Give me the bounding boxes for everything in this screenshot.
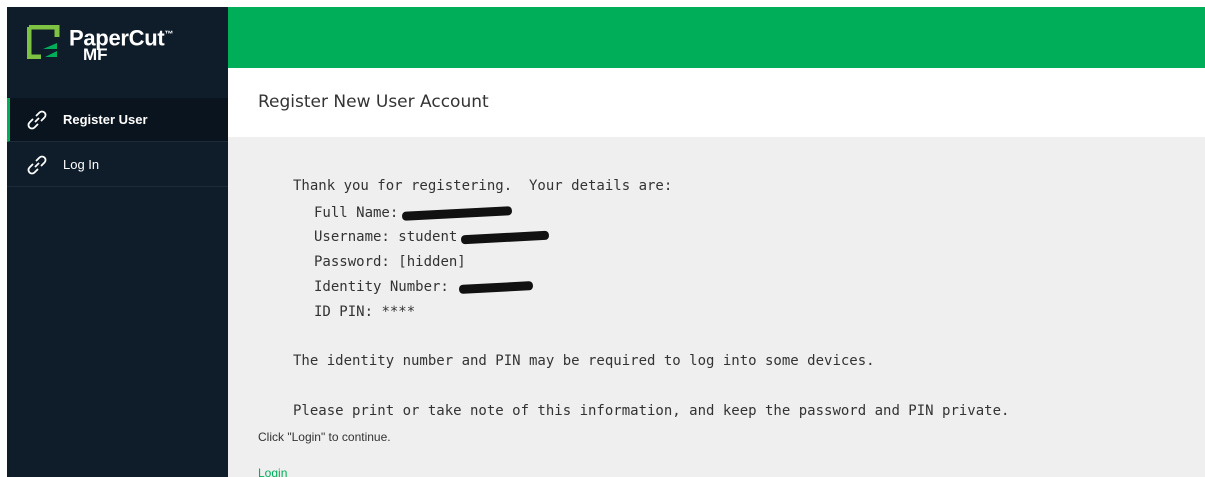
link-icon <box>27 110 47 130</box>
password-label: Password: <box>314 254 390 270</box>
registration-details: Thank you for registering. Your details … <box>228 137 1205 477</box>
password-row: Password: [hidden] <box>314 254 466 270</box>
top-bar <box>228 7 1205 68</box>
papercut-logo[interactable]: PaperCut™ MF <box>7 7 228 96</box>
page-title: Register New User Account <box>258 92 489 112</box>
page-header: Register New User Account <box>228 68 1205 137</box>
redacted-identity-number <box>459 280 534 294</box>
privacy-note: Please print or take note of this inform… <box>293 403 1010 419</box>
brand-product: MF <box>83 45 108 64</box>
sidebar-item-label: Log In <box>63 157 100 172</box>
pin-row: ID PIN: **** <box>314 304 415 320</box>
redacted-username <box>461 230 550 244</box>
full-name-row: Full Name: <box>314 205 513 221</box>
full-name-label: Full Name: <box>314 205 399 221</box>
sidebar: PaperCut™ MF Register User Log In <box>7 7 228 477</box>
password-value: [hidden] <box>398 254 466 270</box>
username-row: Username: student <box>314 229 550 245</box>
sidebar-item-label: Register User <box>63 112 148 127</box>
link-icon <box>27 155 47 175</box>
username-label: Username: <box>314 229 390 245</box>
registration-message: Thank you for registering. Your details … <box>228 137 1009 419</box>
identity-row: Identity Number: <box>314 279 534 295</box>
login-link[interactable]: Login <box>258 466 287 477</box>
sidebar-item-log-in[interactable]: Log In <box>7 143 228 187</box>
identity-note: The identity number and PIN may be requi… <box>293 353 875 369</box>
pin-label: ID PIN: <box>314 304 374 320</box>
pin-value: **** <box>381 304 416 320</box>
username-value: student <box>398 229 458 245</box>
redacted-full-name <box>402 205 513 221</box>
identity-label: Identity Number: <box>314 279 449 295</box>
intro-text: Thank you for registering. Your details … <box>293 178 673 194</box>
sidebar-item-register-user[interactable]: Register User <box>7 98 228 142</box>
papercut-logo-icon <box>27 25 60 59</box>
continue-text: Click "Login" to continue. <box>258 430 391 444</box>
